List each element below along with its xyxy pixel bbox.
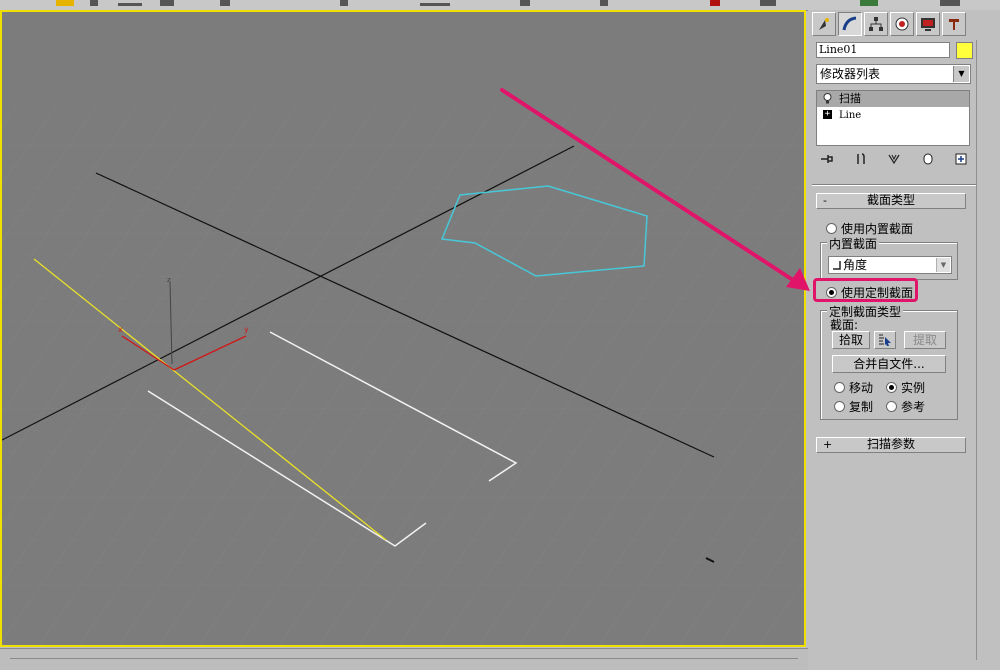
reference-radio[interactable]: 参考: [886, 398, 925, 415]
toolbar-icon[interactable]: [340, 0, 348, 6]
pick-shape-icon[interactable]: [874, 331, 896, 349]
chevron-down-icon[interactable]: ▼: [953, 66, 969, 82]
motion-tab-icon[interactable]: [890, 12, 914, 36]
rollout-header-sweep-params[interactable]: + 扫描参数: [816, 437, 966, 453]
group-title: 内置截面: [827, 235, 880, 252]
command-panel-tabs: [812, 12, 966, 38]
remove-modifier-icon[interactable]: [917, 151, 939, 167]
lightbulb-icon[interactable]: [823, 93, 832, 104]
display-tab-icon[interactable]: [916, 12, 940, 36]
gizmo-y-label: y: [244, 325, 249, 334]
time-slider-strip[interactable]: [0, 648, 808, 670]
hierarchy-tab-icon[interactable]: [864, 12, 888, 36]
radio-selected-icon[interactable]: [886, 382, 897, 393]
collapse-sign: -: [823, 194, 827, 207]
use-builtin-label: 使用内置截面: [841, 222, 914, 236]
viewport-scene: z x y: [2, 102, 804, 645]
pick-button[interactable]: 拾取: [832, 331, 870, 349]
expand-sign: +: [823, 438, 833, 451]
toolbar-icon[interactable]: [860, 0, 878, 6]
create-tab-icon[interactable]: [812, 12, 836, 36]
annotation-highlight-box: [813, 278, 918, 302]
modifier-list-dropdown[interactable]: 修改器列表 ▼: [816, 64, 971, 84]
reference-label: 参考: [901, 400, 926, 414]
copy-radio[interactable]: 复制: [834, 398, 873, 415]
plus-expand-icon[interactable]: +: [823, 110, 832, 119]
pin-stack-icon[interactable]: [816, 151, 838, 167]
toolbar-icon[interactable]: [760, 0, 776, 6]
utilities-tab-icon[interactable]: [942, 12, 966, 36]
toolbar-icon[interactable]: [520, 0, 530, 6]
radio-icon[interactable]: [826, 223, 837, 234]
instance-radio[interactable]: 实例: [886, 379, 925, 396]
extract-button[interactable]: 提取: [904, 331, 946, 349]
modifier-list-label: 修改器列表: [820, 67, 881, 81]
perspective-viewport[interactable]: z x y: [0, 10, 806, 647]
divider: [812, 184, 976, 186]
toolbar-icon[interactable]: [220, 0, 230, 6]
select-tool-icon[interactable]: [56, 0, 74, 6]
stack-item-line[interactable]: + Line: [817, 107, 969, 123]
rollout-title: 扫描参数: [866, 437, 915, 451]
move-label: 移动: [849, 381, 874, 395]
toolbar-icon[interactable]: [160, 0, 174, 6]
toolbar-icon[interactable]: [710, 0, 720, 6]
move-radio[interactable]: 移动: [834, 379, 873, 396]
chevron-down-icon[interactable]: ▼: [936, 258, 950, 272]
gizmo-z-label: z: [167, 276, 171, 284]
gizmo-x-label: x: [118, 325, 123, 334]
builtin-section-value: 角度: [843, 258, 868, 272]
object-name-field[interactable]: Line01: [816, 42, 950, 58]
rollout-header-section-type[interactable]: - 截面类型: [816, 193, 966, 209]
copy-label: 复制: [849, 400, 874, 414]
toolbar-icon[interactable]: [90, 0, 98, 6]
toolbar-icon[interactable]: [420, 3, 450, 6]
merge-from-file-button[interactable]: 合并自文件...: [832, 355, 946, 373]
configure-sets-icon[interactable]: [950, 151, 972, 167]
radio-icon[interactable]: [834, 401, 845, 412]
angle-section-icon: [833, 261, 841, 270]
rollout-title: 截面类型: [866, 193, 915, 207]
home-grid: [2, 102, 804, 645]
stack-item-label: Line: [839, 110, 862, 121]
toolbar-icon[interactable]: [118, 3, 142, 6]
panel-scroll-divider: [976, 40, 977, 660]
builtin-section-dropdown[interactable]: 角度 ▼: [828, 256, 952, 274]
stack-item-label: 扫描: [839, 92, 861, 105]
toolbar-icon[interactable]: [940, 0, 960, 6]
show-end-result-icon[interactable]: [850, 151, 872, 167]
object-color-swatch[interactable]: [956, 42, 973, 59]
stack-toolbar: [816, 150, 972, 168]
make-unique-icon[interactable]: [883, 151, 905, 167]
radio-icon[interactable]: [834, 382, 845, 393]
toolbar-icon[interactable]: [600, 0, 608, 6]
radio-icon[interactable]: [886, 401, 897, 412]
modify-tab-icon[interactable]: [838, 12, 862, 36]
modifier-stack[interactable]: 扫描 + Line: [816, 90, 970, 146]
stack-item-sweep[interactable]: 扫描: [817, 91, 969, 107]
instance-label: 实例: [901, 381, 926, 395]
command-panel: Line01 修改器列表 ▼ 扫描 + Line - 截面类型 使用内置截面 内…: [808, 10, 1000, 669]
